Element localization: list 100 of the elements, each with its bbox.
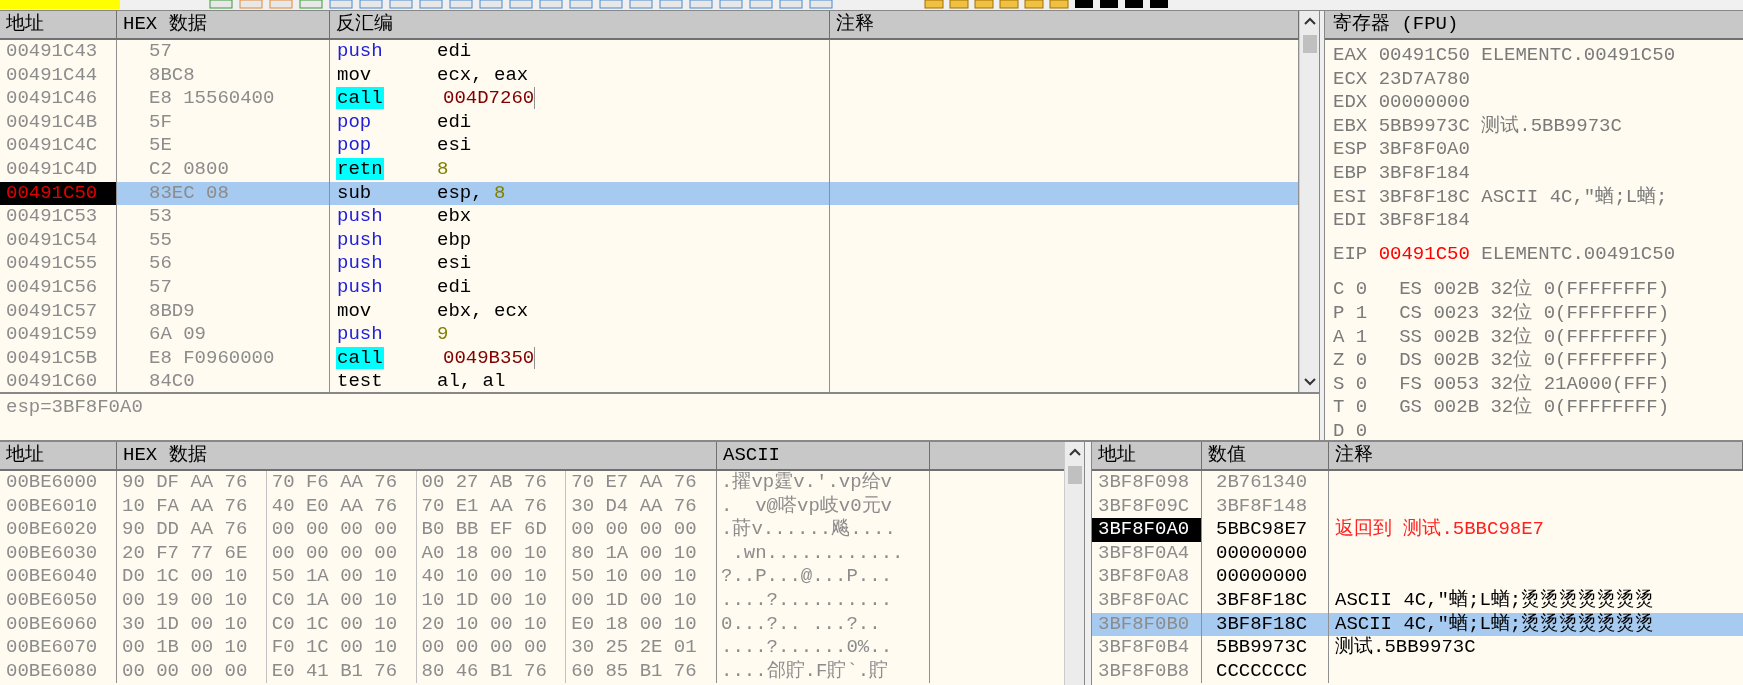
disasm-row[interactable]: 00491C4D C2 0800 retn 8: [0, 157, 1299, 182]
disasm-row[interactable]: 00491C5B E8 F0960000 call 0049B350: [0, 346, 1299, 371]
hex-cell: 40 E0 AA 76: [266, 494, 417, 519]
address-cell: 00BE6070: [0, 636, 117, 660]
address-cell: 3BF8F0A4: [1092, 541, 1202, 566]
mnemonic: push: [336, 40, 384, 62]
disasm-row[interactable]: 00491C50 83EC 08 sub esp, 8: [0, 181, 1299, 206]
panel-title: 寄存器 (FPU): [1325, 11, 1743, 40]
address-cell: 00BE6010: [0, 494, 117, 519]
operand: 004D7260: [437, 87, 536, 111]
stack-row[interactable]: 3BF8F0B0 3BF8F18C ASCII 4C,"蝤;L蝤;烫烫烫烫烫烫烫: [1092, 612, 1743, 637]
hex-cell: 5E: [117, 134, 330, 158]
segment-register: SS 002B 32位 0(FFFFFFFF): [1399, 325, 1670, 348]
hex-cell: 00 19 00 10: [117, 588, 267, 613]
hex-cell-text: 60 85 B1 76: [570, 659, 698, 684]
ascii-cell: 0...?.. ...?..: [717, 612, 930, 637]
address-cell: 00491C54: [0, 228, 117, 253]
hex-cell: 90 DD AA 76: [117, 518, 267, 542]
column-header[interactable]: ASCII: [717, 442, 930, 469]
address-cell: 00BE6080: [0, 659, 117, 684]
hex-cell: 90 DF AA 76: [117, 471, 267, 495]
ascii-cell: . v@嗒vp岐v0元v: [717, 494, 930, 519]
address-cell: 3BF8F098: [1092, 471, 1202, 495]
hex-cell: C2 0800: [117, 157, 330, 182]
flag-value: D 0: [1333, 419, 1368, 440]
ascii-cell: .莳v......飚....: [717, 518, 930, 542]
comment-cell-text: 返回到 测试.5BBC98E7: [1334, 518, 1546, 542]
stack-row[interactable]: 3BF8F0A4 00000000: [1092, 541, 1743, 566]
column-header[interactable]: 反汇编: [330, 11, 830, 38]
scrollbar-thumb[interactable]: [1302, 35, 1317, 53]
operand: edi: [437, 40, 472, 64]
stack-row[interactable]: 3BF8F0B8 CCCCCCCC: [1092, 659, 1743, 684]
hex-cell: E0 41 B1 76: [266, 659, 417, 684]
mnemonic: call: [336, 346, 384, 369]
address-cell: 3BF8F0B4: [1092, 636, 1202, 660]
address-cell: 00491C5B: [0, 346, 117, 371]
flag-value: T 0: [1333, 396, 1368, 419]
stack-row[interactable]: 3BF8F0B4 5BB9973C 测试.5BB9973C: [1092, 636, 1743, 660]
hex-cell: 5F: [117, 110, 330, 135]
hex-cell: 10 FA AA 76: [117, 494, 267, 519]
value-cell: 5BBC98E7: [1202, 518, 1329, 542]
address-cell: 00491C4C: [0, 134, 117, 158]
ascii-cell: .擢vp霆v.'.vp给v: [717, 471, 930, 495]
address-cell: 00491C4B: [0, 110, 117, 135]
hex-cell: 70 F6 AA 76: [266, 471, 417, 495]
address-cell: 00BE6050: [0, 588, 117, 613]
address-cell: 00491C56: [0, 275, 117, 300]
column-header[interactable]: 注释: [1329, 442, 1743, 469]
value-cell: 00000000: [1202, 541, 1329, 566]
hex-cell: 84C0: [117, 370, 330, 392]
scroll-up-icon[interactable]: [1068, 448, 1081, 456]
hex-cell: E8 F0960000: [117, 346, 330, 371]
hex-cell-text: 30 D4 AA 76: [570, 494, 698, 519]
hex-cell: 6A 09: [117, 323, 330, 347]
ascii-cell: ....?..........: [717, 588, 930, 613]
scrollbar-thumb[interactable]: [1067, 466, 1082, 484]
hex-cell-text: 70 E7 AA 76: [570, 471, 698, 495]
address-cell: 00BE6020: [0, 518, 117, 542]
address-cell: 00491C59: [0, 323, 117, 347]
ascii-cell: ?..P...@...P...: [717, 565, 930, 589]
hex-cell: 80 46 B1 76: [416, 659, 567, 684]
hex-cell: A0 18 00 10: [416, 541, 567, 566]
column-header[interactable]: 数值: [1202, 442, 1329, 469]
hex-cell-text: 00 00 00 00: [570, 518, 698, 542]
address-cell: 00491C57: [0, 299, 117, 324]
hex-cell: 50 1A 00 10: [266, 565, 417, 589]
stack-row[interactable]: 3BF8F0AC 3BF8F18C ASCII 4C,"蝤;L蝤;烫烫烫烫烫烫烫: [1092, 588, 1743, 613]
register-line: EBP 3BF8F184: [1332, 161, 1471, 186]
column-header[interactable]: 地址: [1092, 442, 1202, 469]
column-header[interactable]: 地址: [0, 442, 117, 469]
hex-cell: 00 27 AB 76: [416, 471, 567, 495]
address-cell: 00491C53: [0, 205, 117, 229]
hex-cell: 00 00 00 00: [416, 636, 567, 660]
address-cell: 00BE6000: [0, 471, 117, 495]
address-cell: 3BF8F0B0: [1092, 612, 1202, 637]
column-header[interactable]: HEX 数据: [117, 442, 717, 469]
value-cell: 5BB9973C: [1202, 636, 1329, 660]
flag-value: C 0: [1333, 278, 1368, 301]
stack-row[interactable]: 3BF8F0A8 00000000: [1092, 565, 1743, 589]
flag-value: Z 0: [1333, 349, 1368, 372]
mnemonic: mov: [336, 63, 373, 86]
stack-row[interactable]: 3BF8F0A0 5BBC98E7 返回到 测试.5BBC98E7: [1092, 518, 1743, 542]
ascii-cell: ....?......0%..: [717, 636, 930, 660]
value-cell: 3BF8F18C: [1202, 612, 1329, 637]
hex-cell-text: E0 18 00 10: [570, 612, 698, 637]
mnemonic: pop: [336, 134, 373, 157]
disasm-row[interactable]: 00491C46 E8 15560400 call 004D7260: [0, 87, 1299, 111]
operand: ebx: [437, 205, 472, 229]
column-header[interactable]: 地址: [0, 11, 117, 38]
hex-cell: 00 00 00 00: [266, 541, 417, 566]
register-line: EDI 3BF8F184: [1332, 209, 1471, 233]
hex-cell: 57: [117, 275, 330, 300]
scroll-down-icon[interactable]: [1304, 378, 1316, 386]
value-cell: 3BF8F148: [1202, 494, 1329, 519]
operand: edi: [437, 275, 472, 300]
hex-cell: 00 00 00 00: [266, 518, 417, 542]
mnemonic: push: [336, 205, 384, 228]
scroll-up-icon[interactable]: [1303, 17, 1316, 25]
column-header[interactable]: HEX 数据: [117, 11, 330, 38]
hex-cell: 55: [117, 228, 330, 253]
